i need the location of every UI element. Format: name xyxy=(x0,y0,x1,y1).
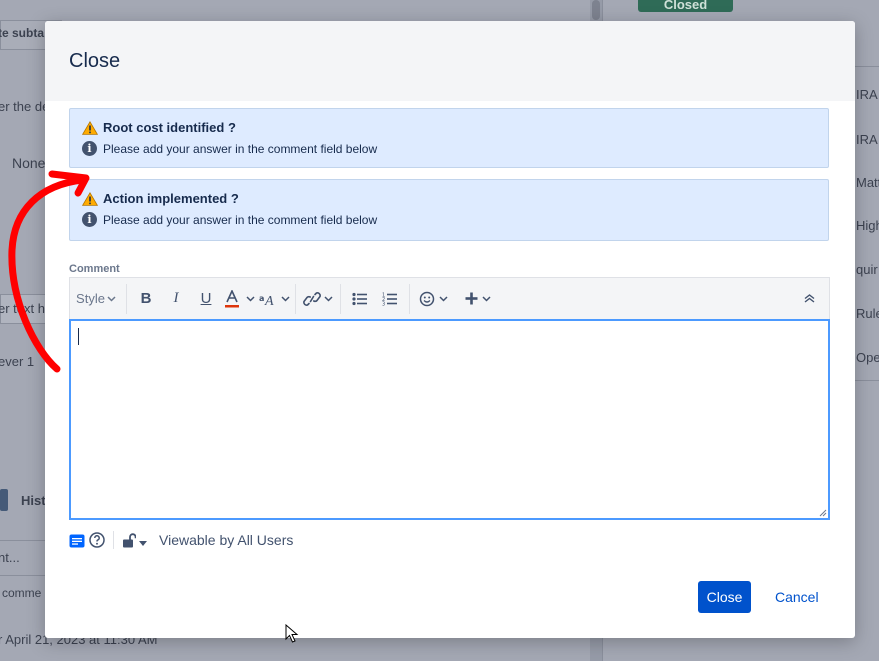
underline-icon[interactable]: U xyxy=(191,284,221,314)
visibility-dropdown[interactable] xyxy=(122,532,147,548)
resize-grip-icon[interactable] xyxy=(819,509,827,517)
warning-icon xyxy=(82,120,98,135)
background-text: ever 1 xyxy=(0,354,35,369)
background-scrollbar-thumb xyxy=(592,0,600,20)
text-mode-icon[interactable] xyxy=(69,534,85,548)
notice-description: Please add your answer in the comment fi… xyxy=(103,212,378,227)
background-text: nt... xyxy=(0,550,20,565)
svg-text:3: 3 xyxy=(382,301,385,306)
visibility-label: Viewable by All Users xyxy=(159,532,294,548)
bullet-list-icon xyxy=(352,292,367,305)
dialog-title: Close xyxy=(69,49,121,72)
toolbar-separator xyxy=(295,283,296,314)
help-icon[interactable] xyxy=(89,532,105,548)
notice-title-row: Root cost identified ? xyxy=(82,120,816,135)
mouse-cursor-icon xyxy=(285,624,299,643)
editor-toolbar: Style B I U a A 1 2 3 xyxy=(69,277,830,319)
text-color-icon xyxy=(224,289,239,307)
bold-icon[interactable]: B xyxy=(131,284,161,314)
chevron-down-icon xyxy=(107,295,116,302)
text-effects-dropdown[interactable]: a A xyxy=(257,284,291,314)
svg-text:a: a xyxy=(259,294,264,303)
toolbar-separator xyxy=(409,283,410,314)
notice-title-row: Action implemented ? xyxy=(82,191,816,206)
notice-action-implemented: Action implemented ? i Please add your a… xyxy=(69,179,829,241)
background-text: Matt xyxy=(856,175,879,190)
cancel-button[interactable]: Cancel xyxy=(767,581,827,613)
background-closed-badge: Closed xyxy=(638,0,733,12)
chevron-down-icon xyxy=(324,295,333,302)
link-dropdown[interactable] xyxy=(300,284,336,314)
background-text: er the de xyxy=(0,99,50,114)
background-divider xyxy=(0,575,45,576)
insert-more-dropdown[interactable] xyxy=(458,284,498,314)
collapse-toolbar-icon xyxy=(804,294,814,303)
background-text: te subta xyxy=(0,26,45,40)
footer-separator xyxy=(113,531,114,549)
chevron-down-icon xyxy=(482,295,491,302)
background-text: Rule xyxy=(856,306,879,321)
numbered-list-button[interactable]: 1 2 3 xyxy=(375,284,405,314)
unlock-icon xyxy=(123,532,136,547)
background-text: IRA xyxy=(856,132,878,147)
chevron-down-icon xyxy=(438,295,448,302)
bullet-list-button[interactable] xyxy=(345,284,375,314)
info-icon: i xyxy=(82,212,97,227)
background-divider xyxy=(855,380,879,381)
info-icon: i xyxy=(82,141,97,156)
text-color-dropdown[interactable] xyxy=(221,284,257,314)
text-effects-icon: a A xyxy=(259,294,274,306)
svg-text:A: A xyxy=(264,294,274,306)
warning-icon xyxy=(82,191,98,206)
background-text: comme xyxy=(2,586,42,600)
background-tab-history: Hist xyxy=(21,493,46,508)
toolbar-separator xyxy=(340,283,341,314)
toolbar-separator xyxy=(126,283,127,314)
close-button[interactable]: Close xyxy=(698,581,751,613)
italic-icon[interactable]: I xyxy=(161,284,191,314)
collapse-toolbar-button[interactable] xyxy=(789,284,829,314)
comment-label: Comment xyxy=(69,263,120,275)
text-cursor xyxy=(78,328,79,345)
notice-root-cost: Root cost identified ? i Please add your… xyxy=(69,108,829,168)
background-text: Oper xyxy=(856,350,879,365)
chevron-down-icon xyxy=(245,295,255,302)
background-tab-button xyxy=(0,489,8,511)
insert-more-icon xyxy=(465,292,478,305)
background-text: High xyxy=(856,218,879,233)
comment-footer-tools: Viewable by All Users xyxy=(69,529,293,551)
comment-editor[interactable] xyxy=(69,319,830,520)
notice-description: Please add your answer in the comment fi… xyxy=(103,141,378,156)
background-divider xyxy=(855,66,879,67)
emoji-dropdown[interactable] xyxy=(414,284,452,314)
style-dropdown-label: Style xyxy=(76,291,105,306)
background-text: quir xyxy=(856,262,878,277)
numbered-list-icon: 1 2 3 xyxy=(382,292,397,306)
background-text: IRA xyxy=(856,87,878,102)
caret-down-icon xyxy=(139,540,147,546)
background-text: er text h xyxy=(0,301,45,316)
background-text: None xyxy=(12,155,46,171)
style-dropdown[interactable]: Style xyxy=(70,284,122,314)
close-issue-dialog: Close Root cost identified ? i Please ad… xyxy=(45,21,855,638)
notice-description-row: i Please add your answer in the comment … xyxy=(82,141,816,156)
notice-title: Action implemented ? xyxy=(103,191,239,206)
chevron-down-icon xyxy=(280,295,290,302)
notice-title: Root cost identified ? xyxy=(103,120,236,135)
dialog-header: Close xyxy=(45,21,855,101)
background-divider xyxy=(0,540,45,541)
emoji-icon xyxy=(419,291,434,306)
link-icon xyxy=(303,291,321,306)
notice-description-row: i Please add your answer in the comment … xyxy=(82,212,816,227)
